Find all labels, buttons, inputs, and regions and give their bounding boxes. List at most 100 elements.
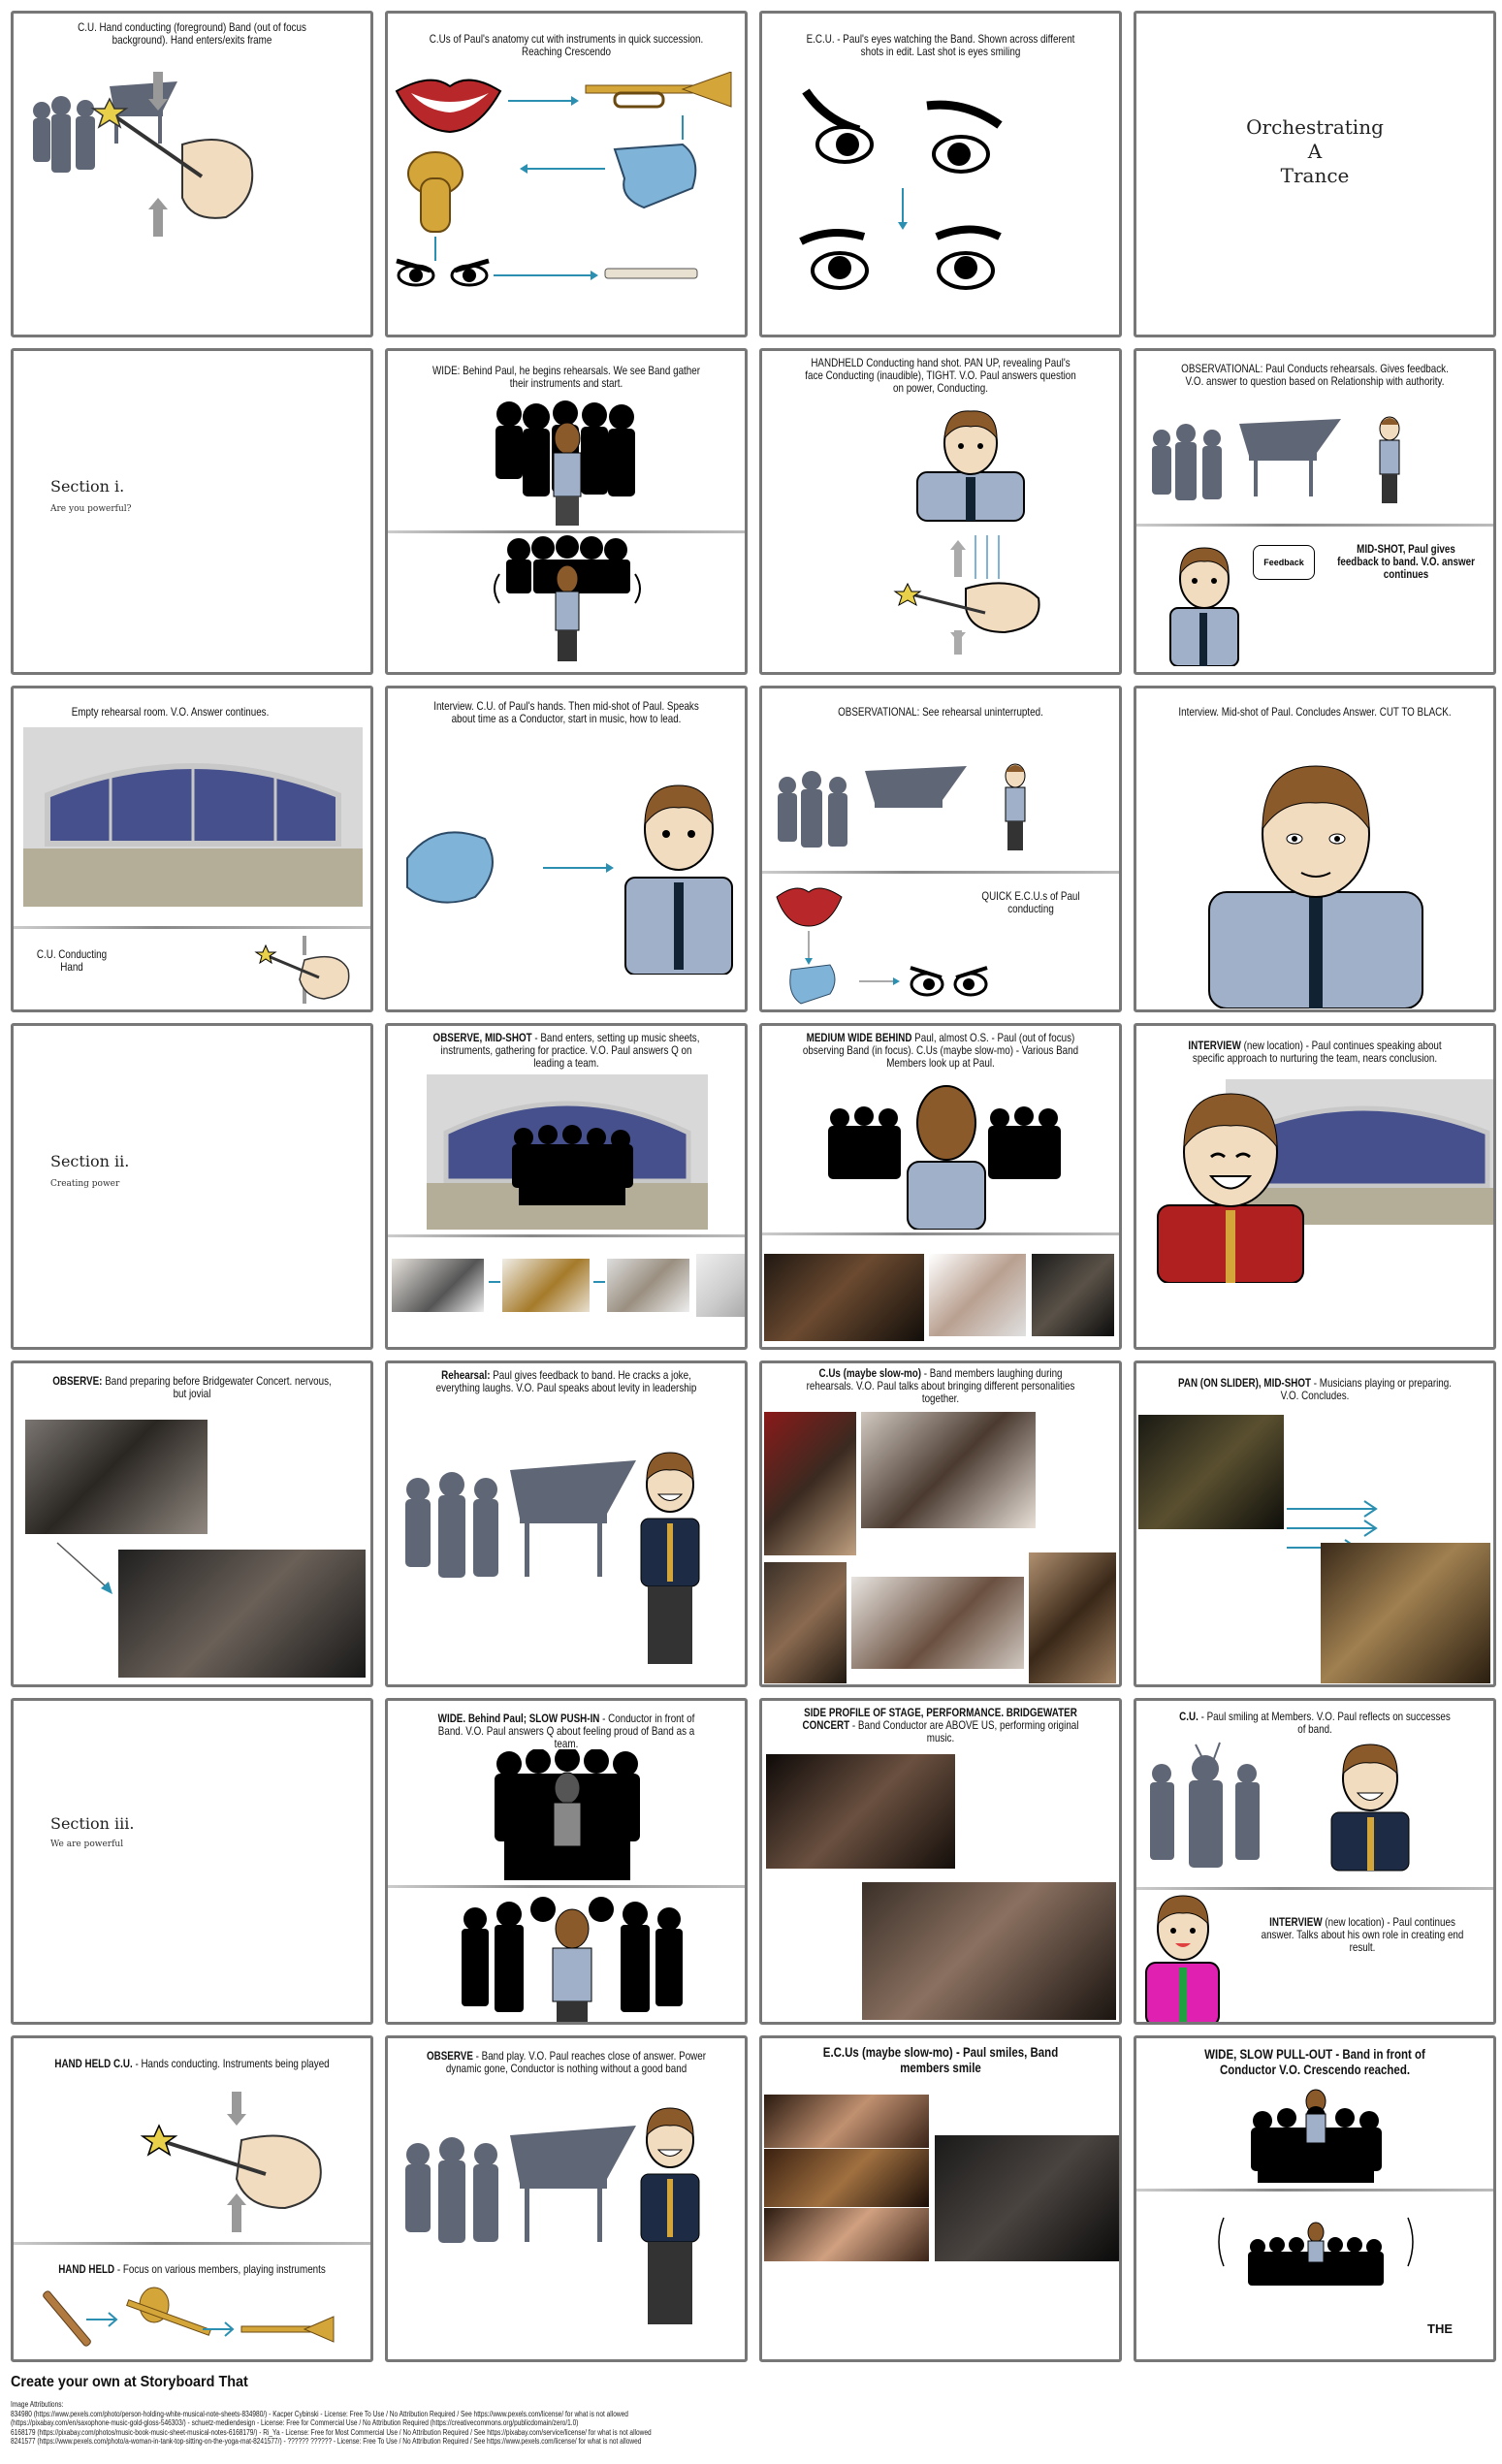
storyboard-cell-3[interactable]: E.C.U. - Paul's eyes watching the Band. … — [759, 11, 1122, 337]
paul-back-icon — [916, 1085, 976, 1161]
section-subtitle: Creating power — [50, 1179, 120, 1189]
lips-icon — [776, 887, 843, 927]
storyboard-cell-10[interactable]: Interview. C.U. of Paul's hands. Then mi… — [385, 686, 748, 1012]
attribution-line: 8241577 (https://www.pexels.com/photo/a-… — [11, 2437, 642, 2446]
interview-hands-illustration — [406, 784, 733, 975]
storyboard-cell-24[interactable]: C.U. - Paul smiling at Members. V.O. Pau… — [1134, 1698, 1496, 2025]
hand-icon — [965, 582, 1040, 634]
caption-bold: OBSERVE — [426, 2049, 473, 2063]
band-silhouette-icon — [1150, 1755, 1260, 1868]
angry-eyes-icon — [910, 966, 988, 997]
cell-caption: PAN (ON SLIDER), MID-SHOT - Musicians pl… — [1175, 1377, 1455, 1402]
storyboard-cell-21[interactable]: Section iii. We are powerful — [11, 1698, 373, 2025]
storyboard-cell-25[interactable]: HAND HELD C.U. - Hands conducting. Instr… — [11, 2035, 373, 2362]
paul-laughing-icon — [640, 1452, 700, 1664]
cell-caption: C.Us of Paul's anatomy cut with instrume… — [429, 32, 704, 58]
caption-bold: HAND HELD — [58, 2262, 115, 2276]
storyboard-cell-19[interactable]: C.Us (maybe slow-mo) - Band members laug… — [759, 1360, 1122, 1687]
laughing-member-photo-2 — [861, 1412, 1036, 1528]
trumpet-icon — [240, 2316, 335, 2343]
musicians-photo-1 — [1138, 1415, 1284, 1529]
storyboard-cell-7[interactable]: HANDHELD Conducting hand shot. PAN UP, r… — [759, 348, 1122, 675]
flute-icon — [604, 268, 698, 279]
flute-icon — [43, 2290, 91, 2347]
empty-rehearsal-room-illustration — [23, 727, 363, 907]
band-conducting-illustration — [33, 72, 254, 237]
cell-sub-caption: HAND HELD - Focus on various members, pl… — [52, 2263, 333, 2276]
laughing-member-photo-3 — [764, 1562, 847, 1683]
open-hand-icon — [406, 831, 494, 904]
attribution-line: 834980 (https://www.pexels.com/photo/per… — [11, 2409, 628, 2418]
paul-icon — [1379, 416, 1400, 503]
storyboard-cell-14[interactable]: OBSERVE, MID-SHOT - Band enters, setting… — [385, 1023, 748, 1350]
band-silhouette-icon — [405, 1460, 636, 1578]
cell-caption: E.C.Us (maybe slow-mo) - Paul smiles, Ba… — [801, 2044, 1081, 2075]
section-title: Section i. — [50, 477, 125, 496]
panel-divider — [762, 871, 1119, 874]
band-pull-out-illustration — [1218, 2217, 1414, 2286]
storyboard-cell-4[interactable]: Orchestrating A Trance — [1134, 11, 1496, 337]
storyboard-cell-20[interactable]: PAN (ON SLIDER), MID-SHOT - Musicians pl… — [1134, 1360, 1496, 1687]
title-line: Trance — [1280, 164, 1350, 187]
panel-divider — [14, 2242, 370, 2245]
quick-ecu-sequence — [776, 887, 988, 1005]
storyboard-cell-16[interactable]: INTERVIEW (new location) - Paul continue… — [1134, 1023, 1496, 1350]
cell-caption: WIDE. Behind Paul; SLOW PUSH-IN - Conduc… — [427, 1712, 707, 1750]
hand-with-wand-icon — [90, 97, 254, 219]
cell-caption: WIDE, SLOW PULL-OUT - Band in front of C… — [1175, 2046, 1455, 2077]
storyboard-cell-12[interactable]: Interview. Mid-shot of Paul. Concludes A… — [1134, 686, 1496, 1012]
rehearsal-illustration — [778, 763, 1026, 850]
angry-eyes-icon — [396, 258, 490, 287]
storyboard-cell-26[interactable]: OBSERVE - Band play. V.O. Paul reaches c… — [385, 2035, 748, 2362]
storyboard-cell-2[interactable]: C.Us of Paul's anatomy cut with instrume… — [385, 11, 748, 337]
cell-caption: Rehearsal: Paul gives feedback to band. … — [427, 1369, 707, 1394]
storyboard-cell-28[interactable]: WIDE, SLOW PULL-OUT - Band in front of C… — [1134, 2035, 1496, 2362]
caption-text: - Band Conductor are ABOVE US, performin… — [849, 1718, 1079, 1744]
cell-caption: WIDE: Behind Paul, he begins rehearsals.… — [431, 364, 701, 390]
end-text: THE — [1427, 2321, 1453, 2336]
panel-divider — [388, 1234, 745, 1237]
storyboard-cell-18[interactable]: Rehearsal: Paul gives feedback to band. … — [385, 1360, 748, 1687]
smile-photo-2 — [764, 2149, 929, 2207]
laughing-member-photo-5 — [1029, 1552, 1116, 1683]
panel-divider — [388, 1885, 745, 1888]
storyboard-cell-5[interactable]: Section i. Are you powerful? — [11, 348, 373, 675]
storyboard-cell-15[interactable]: MEDIUM WIDE BEHIND Paul, almost O.S. - P… — [759, 1023, 1122, 1350]
cell-caption: C.Us (maybe slow-mo) - Band members laug… — [801, 1367, 1081, 1405]
music-sheets-photo — [392, 1259, 484, 1312]
tuba-icon — [407, 151, 463, 233]
attribution-line: (https://pixabay.com/en/saxophone-music-… — [11, 2418, 579, 2427]
storyboard-cell-22[interactable]: WIDE. Behind Paul; SLOW PUSH-IN - Conduc… — [385, 1698, 748, 2025]
band-silhouette-icon — [405, 2126, 636, 2243]
star-icon — [140, 2124, 178, 2157]
storyboard-cell-17[interactable]: OBSERVE: Band preparing before Bridgewat… — [11, 1360, 373, 1687]
smile-photo-3 — [764, 2208, 929, 2261]
band-silhouette-icon — [778, 766, 967, 848]
storyboard-cell-23[interactable]: SIDE PROFILE OF STAGE, PERFORMANCE. BRID… — [759, 1698, 1122, 2025]
cell-caption: INTERVIEW (new location) - Paul continue… — [1175, 1040, 1455, 1065]
band-behind-paul-illustration — [495, 400, 635, 526]
band-silhouette-icon — [1152, 419, 1341, 500]
instruments-sequence — [43, 2287, 335, 2347]
storyboard-cell-1[interactable]: C.U. Hand conducting (foreground) Band (… — [11, 11, 373, 337]
paul-smiling-at-members-illustration — [1150, 1742, 1410, 1872]
paul-icon — [1005, 763, 1026, 850]
paul-back-icon — [553, 1802, 582, 1847]
storyboard-cell-6[interactable]: WIDE: Behind Paul, he begins rehearsals.… — [385, 348, 748, 675]
paul-conducting-illustration — [893, 410, 1040, 655]
storyboard-that-cta-link[interactable]: Create your own at Storyboard That — [11, 2374, 248, 2391]
storyboard-cell-9[interactable]: Empty rehearsal room. V.O. Answer contin… — [11, 686, 373, 1012]
speech-bubble-text: Feedback — [1263, 558, 1304, 567]
title-card: Orchestrating A Trance — [1136, 115, 1493, 188]
storyboard-cell-13[interactable]: Section ii. Creating power — [11, 1023, 373, 1350]
storyboard-cell-11[interactable]: OBSERVATIONAL: See rehearsal uninterrupt… — [759, 686, 1122, 1012]
rehearsal-joke-illustration — [405, 1452, 700, 1664]
paul-laughing-icon — [640, 2107, 700, 2324]
storyboard-cell-27[interactable]: E.C.Us (maybe slow-mo) - Paul smiles, Ba… — [759, 2035, 1122, 2362]
cell-sub-caption: MID-SHOT, Paul gives feedback to band. V… — [1337, 542, 1475, 581]
band-front-illustration — [462, 1897, 683, 2022]
caption-bold: HAND HELD C.U. — [54, 2057, 133, 2070]
cell-sub-caption: INTERVIEW (new location) - Paul continue… — [1257, 1916, 1468, 1954]
storyboard-cell-8[interactable]: OBSERVATIONAL: Paul Conducts rehearsals.… — [1134, 348, 1496, 675]
storyboard-grid: C.U. Hand conducting (foreground) Band (… — [11, 11, 1496, 2362]
